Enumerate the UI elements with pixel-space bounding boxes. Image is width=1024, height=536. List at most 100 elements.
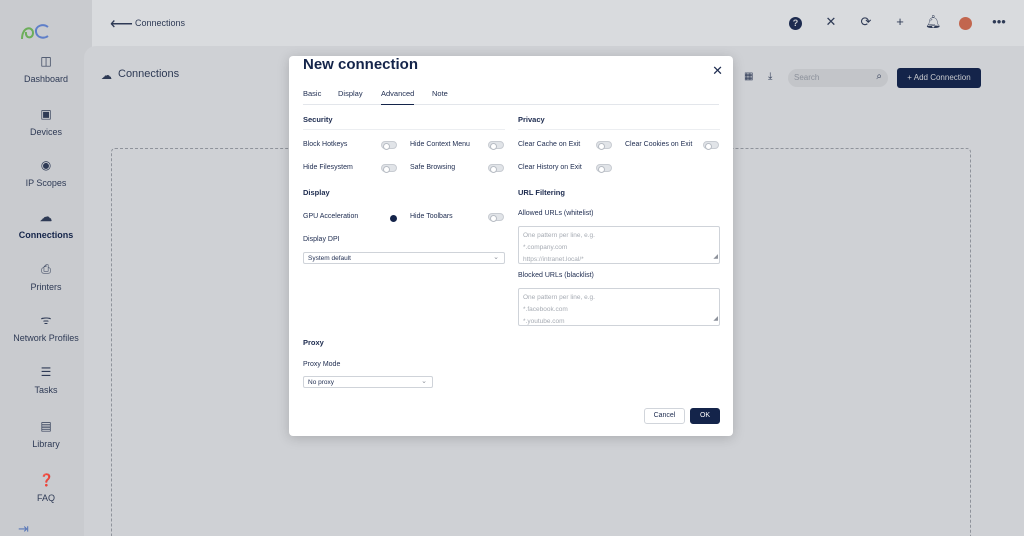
sidebar-item-tasks[interactable]: ☰ Tasks	[0, 365, 92, 395]
divider	[303, 129, 505, 130]
tasks-icon: ☰	[40, 365, 52, 379]
clear-cache-toggle[interactable]	[596, 141, 612, 150]
tools-icon[interactable]: ✕	[823, 14, 839, 30]
placeholder-line: *.facebook.com	[523, 306, 568, 313]
display-dpi-select[interactable]: System default ⌄	[303, 252, 505, 264]
proxy-heading: Proxy	[303, 338, 324, 347]
new-connection-dialog: New connection ✕ Basic Display Advanced …	[289, 56, 733, 436]
url-filtering-heading: URL Filtering	[518, 188, 565, 197]
display-dpi-value: System default	[308, 255, 351, 262]
dialog-tabs: Basic Display Advanced Note	[303, 89, 719, 105]
sidebar-item-printers[interactable]: ⎙ Printers	[0, 262, 92, 292]
proxy-mode-select[interactable]: No proxy ⌄	[303, 376, 433, 388]
gpu-acceleration-label: GPU Acceleration	[303, 213, 359, 220]
resize-grip-icon[interactable]: ◢	[713, 313, 718, 325]
safe-browsing-toggle[interactable]	[488, 164, 504, 173]
sidebar-item-label: Connections	[18, 230, 74, 240]
proxy-mode-value: No proxy	[308, 379, 335, 386]
display-dpi-label: Display DPI	[303, 236, 340, 243]
sidebar-item-ip-scopes[interactable]: ◉ IP Scopes	[0, 158, 92, 188]
sidebar-item-network-profiles[interactable]: ᯤ Network Profiles	[0, 313, 92, 343]
connections-icon: ☁	[40, 210, 52, 224]
collapse-sidebar-icon[interactable]: ⇥	[18, 521, 29, 536]
block-hotkeys-label: Block Hotkeys	[303, 141, 348, 148]
cancel-button[interactable]: Cancel	[644, 408, 685, 424]
sidebar-item-label: Dashboard	[23, 74, 69, 84]
avatar[interactable]	[959, 17, 972, 30]
sidebar-item-label: Printers	[30, 282, 62, 292]
dialog-title: New connection	[303, 56, 419, 73]
clear-cookies-label: Clear Cookies on Exit	[625, 141, 693, 148]
ip-scopes-icon: ◉	[40, 158, 52, 172]
logo-icon	[21, 24, 49, 40]
sidebar-item-dashboard[interactable]: ◫ Dashboard	[0, 54, 92, 84]
add-connection-button[interactable]: + Add Connection	[897, 68, 981, 88]
dashboard-icon: ◫	[40, 54, 52, 68]
add-icon[interactable]: +	[892, 14, 908, 29]
sidebar-item-label: Devices	[29, 127, 62, 137]
hide-context-menu-label: Hide Context Menu	[410, 141, 470, 148]
devices-icon: ▣	[40, 107, 52, 121]
gpu-acceleration-toggle[interactable]	[381, 213, 397, 222]
blocked-urls-textarea[interactable]: One pattern per line, e.g. *.facebook.co…	[518, 288, 720, 326]
hide-context-menu-toggle[interactable]	[488, 141, 504, 150]
tab-basic[interactable]: Basic	[303, 89, 321, 105]
placeholder-line: *.company.com	[523, 244, 568, 251]
sidebar-item-connections[interactable]: ☁ Connections	[0, 210, 92, 240]
hide-filesystem-toggle[interactable]	[381, 164, 397, 173]
resize-grip-icon[interactable]: ◢	[713, 251, 718, 263]
help-icon[interactable]: ?	[789, 17, 802, 30]
blocked-urls-label: Blocked URLs (blacklist)	[518, 272, 594, 279]
grid-view-icon[interactable]: ▦	[744, 71, 753, 82]
tab-advanced[interactable]: Advanced	[381, 89, 415, 105]
sidebar-item-label: Network Profiles	[13, 333, 79, 343]
sidebar-item-devices[interactable]: ▣ Devices	[0, 107, 92, 137]
sidebar: ◫ Dashboard ▣ Devices ◉ IP Scopes ☁ Conn…	[0, 0, 92, 536]
allowed-urls-textarea[interactable]: One pattern per line, e.g. *.company.com…	[518, 226, 720, 264]
hide-toolbars-label: Hide Toolbars	[410, 213, 453, 220]
clear-history-toggle[interactable]	[596, 164, 612, 173]
refresh-icon[interactable]: ⟳	[858, 14, 874, 30]
hide-filesystem-label: Hide Filesystem	[303, 164, 353, 171]
connections-section-icon: ☁	[101, 70, 112, 82]
sidebar-item-faq[interactable]: ❓ FAQ	[0, 473, 92, 503]
sidebar-item-label: FAQ	[36, 493, 55, 503]
bell-icon[interactable]: 🔔︎	[925, 14, 942, 30]
sidebar-item-library[interactable]: ▤ Library	[0, 419, 92, 449]
library-icon: ▤	[40, 419, 52, 433]
privacy-heading: Privacy	[518, 115, 545, 124]
sidebar-item-label: Library	[32, 439, 60, 449]
search-placeholder: Search	[794, 73, 820, 82]
page-title: Connections	[135, 18, 186, 28]
security-heading: Security	[303, 115, 333, 124]
chevron-down-icon: ⌄	[421, 378, 427, 385]
back-arrow-icon[interactable]: ⟵	[110, 14, 133, 34]
clear-cookies-toggle[interactable]	[703, 141, 719, 150]
ok-button[interactable]: OK	[690, 408, 720, 424]
more-icon[interactable]: •••	[991, 14, 1007, 29]
divider	[518, 129, 720, 130]
section-title: Connections	[118, 68, 180, 80]
sidebar-item-label: Tasks	[34, 385, 58, 395]
allowed-urls-label: Allowed URLs (whitelist)	[518, 210, 594, 217]
topbar: ⟵ Connections ? ✕ ⟳ + 🔔︎ •••	[92, 0, 1024, 46]
placeholder-line: https://intranet.local/*	[523, 256, 584, 263]
wifi-icon: ᯤ	[40, 313, 52, 327]
printer-icon: ⎙	[41, 262, 51, 276]
search-input[interactable]: Search ⌕	[788, 69, 888, 87]
hide-toolbars-toggle[interactable]	[488, 213, 504, 222]
tab-note[interactable]: Note	[432, 89, 448, 105]
block-hotkeys-toggle[interactable]	[381, 141, 397, 150]
sidebar-item-label: IP Scopes	[25, 178, 67, 188]
clear-cache-label: Clear Cache on Exit	[518, 141, 581, 148]
download-icon[interactable]: ⤓	[768, 71, 772, 82]
tab-display[interactable]: Display	[338, 89, 363, 105]
placeholder-line: *.youtube.com	[523, 318, 565, 325]
close-icon[interactable]: ✕	[712, 63, 723, 79]
proxy-mode-label: Proxy Mode	[303, 361, 341, 368]
placeholder-line: One pattern per line, e.g.	[523, 232, 595, 239]
search-icon: ⌕	[876, 71, 882, 82]
placeholder-line: One pattern per line, e.g.	[523, 294, 595, 301]
faq-icon: ❓	[39, 473, 54, 487]
display-heading: Display	[303, 188, 330, 197]
